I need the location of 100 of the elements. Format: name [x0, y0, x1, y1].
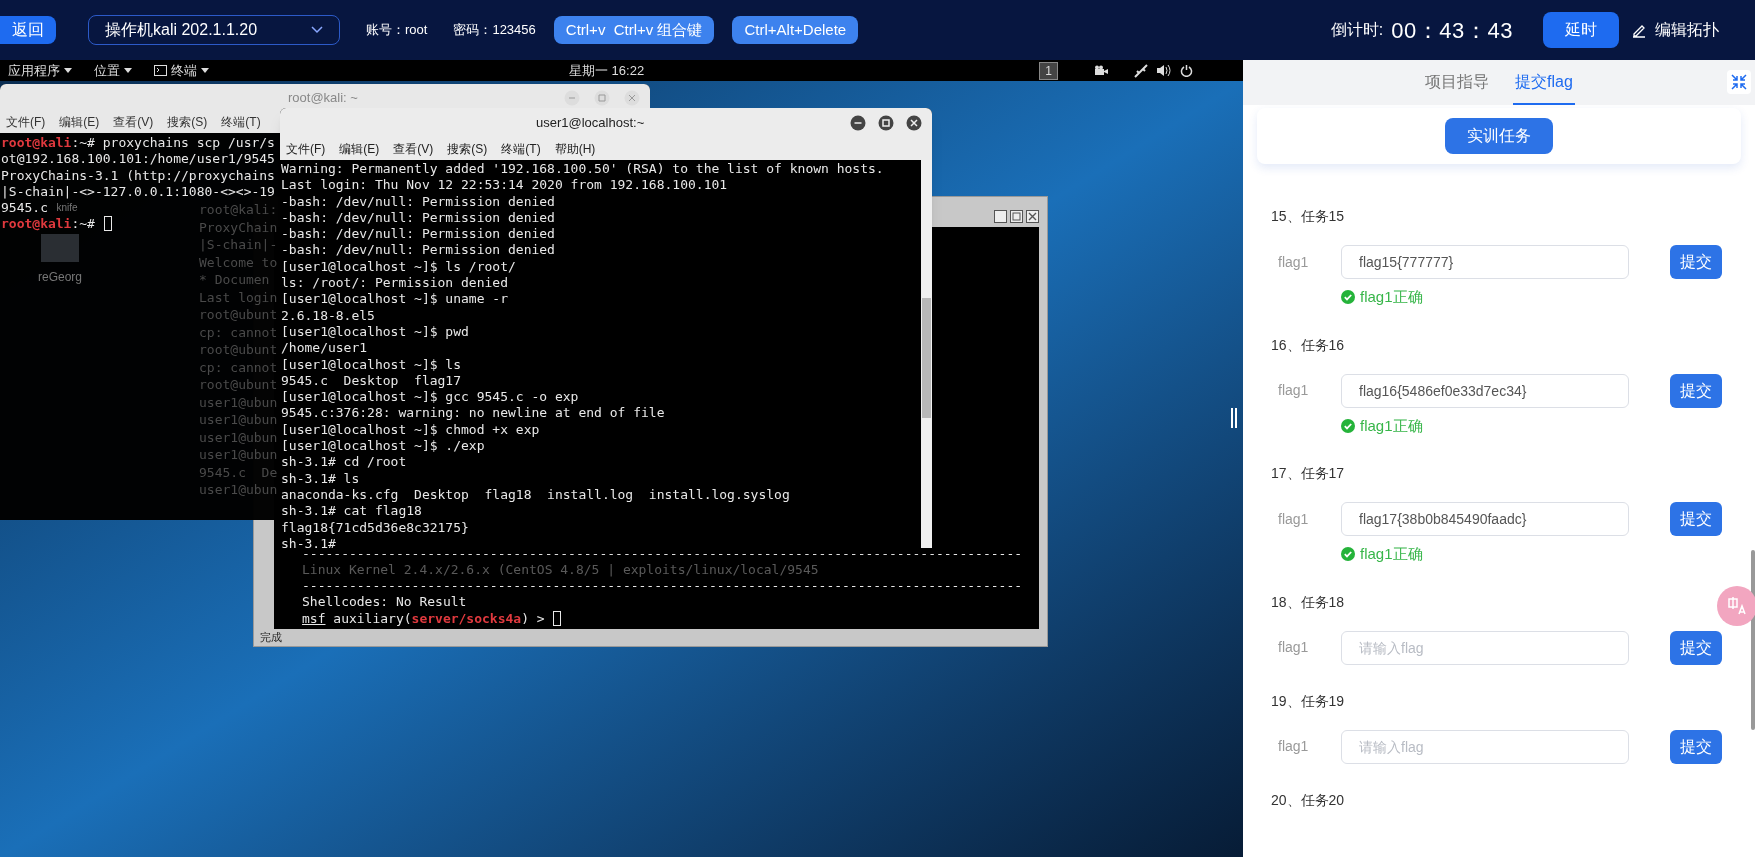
faded-terminal-line: |S-chain|- [199, 236, 279, 254]
task-title: 20、任务20 [1271, 790, 1346, 810]
submit-button[interactable]: 提交 [1670, 502, 1722, 536]
back-button[interactable]: 返回 [0, 16, 56, 44]
machine-select[interactable]: 操作机kali 202.1.1.20 [88, 15, 340, 45]
terminal-line: [user1@localhost ~]$ pwd [281, 323, 469, 341]
desktop-icon-label[interactable]: knife [56, 202, 78, 214]
camera-icon [1093, 65, 1108, 76]
clock-text: 星期一 16:22 [569, 61, 645, 80]
terminal-line: Linux Kernel 2.4.x/2.6.x (CentOS 4.8/5 | exploits/linux/local/9545 [302, 561, 819, 579]
caret-icon [64, 68, 72, 73]
panel-tab[interactable]: 提交flag [1513, 60, 1575, 105]
window-control-icon[interactable] [1010, 209, 1023, 223]
terminal-line: anaconda-ks.cfg Desktop flag18 install.log install.log.syslog [281, 486, 790, 504]
terminal-line: 9545.c [1, 200, 48, 217]
panel-menu[interactable]: 终端 [154, 60, 209, 81]
countdown-label: 倒计时: [1330, 20, 1384, 40]
splitter-handle-icon[interactable] [1230, 408, 1238, 428]
workspace-indicator[interactable]: 1 [1039, 61, 1058, 80]
result-message: flag1正确 [1360, 415, 1423, 436]
terminal-line: sh-3.1# ls [281, 470, 360, 487]
menu-item[interactable]: 搜索(S) [447, 140, 488, 158]
submit-button[interactable]: 提交 [1670, 630, 1722, 665]
menu-item[interactable]: 帮助(H) [554, 140, 596, 158]
account-text: 账号：root [366, 21, 428, 40]
edit-topology-button[interactable]: 编辑拓扑 [1631, 18, 1719, 42]
cursor-icon [553, 610, 562, 626]
window-control-icon[interactable] [994, 209, 1007, 223]
field-label: flag1 [1277, 737, 1310, 756]
menu-item[interactable]: 终端(T) [221, 113, 261, 131]
terminal-line: msf auxiliary(server/socks4a) > [302, 610, 546, 627]
cursor-icon [103, 216, 112, 232]
flag-input-field[interactable]: flag17{38b0b845490faadc} [1341, 502, 1629, 536]
faded-terminal-line: ProxyChain [199, 218, 279, 236]
password-text: 密码：123456 [453, 21, 536, 40]
submit-button[interactable]: 提交 [1670, 729, 1722, 764]
menu-item[interactable]: 查看(V) [393, 140, 434, 158]
faded-terminal-line: Welcome to [199, 253, 279, 271]
caret-icon [124, 68, 132, 73]
key-combo-button[interactable]: Ctrl+Alt+Delete [732, 16, 859, 44]
menu-item[interactable]: 文件(F) [286, 140, 326, 158]
faded-terminal-line: 9545.c De [199, 463, 279, 481]
terminal-line: -bash: /dev/null: Permission denied [281, 193, 555, 210]
terminal-line: ProxyChains-3.1 (http://proxychains [1, 167, 275, 184]
submit-button[interactable]: 提交 [1670, 373, 1722, 408]
menu-item[interactable]: 编辑(E) [59, 113, 100, 131]
panel-menu[interactable]: 应用程序 [8, 60, 72, 81]
flag-input-field[interactable]: flag15{777777} [1341, 245, 1629, 279]
flag-input-field[interactable]: 请输入flag [1341, 729, 1629, 764]
terminal-line: 2.6.18-8.el5 [281, 307, 375, 324]
check-circle-icon [1341, 547, 1355, 562]
task-title: 16、任务16 [1271, 335, 1346, 355]
collapse-icon[interactable] [1727, 70, 1751, 94]
terminal-line: Shellcodes: No Result [302, 594, 467, 611]
network-icon [1133, 63, 1148, 78]
menu-item[interactable]: 文件(F) [6, 113, 46, 131]
flag-input-field[interactable]: 请输入flag [1341, 630, 1629, 665]
faded-terminal-line: cp: cannot [199, 358, 279, 376]
field-label: flag1 [1277, 381, 1310, 400]
window-title: root@kali: ~ [288, 88, 358, 107]
terminal-line: [user1@localhost ~]$ ls [281, 356, 461, 373]
flag-input-field[interactable]: flag16{5486ef0e33d7ec34} [1341, 373, 1629, 408]
terminal-line: 9545.c Desktop flag17 [281, 372, 461, 390]
result-message: flag1正确 [1360, 544, 1423, 564]
faded-terminal-line: cp: cannot [199, 323, 279, 341]
terminal-line: 9545.c:376:28: warning: no newline at end of file [281, 405, 665, 422]
submit-button[interactable]: 提交 [1670, 245, 1722, 279]
task-title: 19、任务19 [1271, 691, 1346, 711]
window-title: user1@localhost:~ [536, 114, 645, 133]
translate-widget-icon[interactable] [1715, 586, 1755, 626]
task-title: 15、任务15 [1271, 207, 1346, 226]
terminal-line: [user1@localhost ~]$ uname -r [281, 291, 508, 308]
terminal-line: sh-3.1# cat flag18 [281, 503, 422, 520]
faded-terminal-line: root@ubunt [199, 376, 279, 394]
panel-tab[interactable]: 项目指导 [1423, 60, 1492, 105]
scrollbar[interactable] [921, 160, 932, 548]
desktop-icon-label[interactable]: reGeorg [38, 268, 82, 286]
window-control-icon[interactable] [1026, 209, 1039, 223]
window-control-icon[interactable] [878, 115, 894, 131]
delay-button[interactable]: 延时 [1543, 12, 1619, 48]
terminal-line: Last login: Thu Nov 12 22:53:14 2020 from 192.168.100.101 [281, 177, 728, 194]
key-combo-button[interactable]: Ctrl+v Ctrl+v 组合键 [553, 16, 715, 44]
menu-item[interactable]: 编辑(E) [339, 140, 380, 158]
menu-item[interactable]: 查看(V) [113, 113, 154, 131]
faded-terminal-line: user1@ubun [199, 393, 279, 411]
menu-item[interactable]: 搜索(S) [167, 113, 208, 131]
terminal-line: [user1@localhost ~]$ ./exp [281, 438, 485, 455]
panel-menu[interactable]: 位置 [94, 60, 132, 81]
window-control-icon[interactable] [850, 115, 866, 131]
training-task-button[interactable]: 实训任务 [1445, 118, 1553, 154]
terminal-line: -bash: /dev/null: Permission denied [281, 242, 555, 259]
terminal-icon [154, 65, 167, 76]
field-label: flag1 [1277, 638, 1310, 657]
caret-icon [201, 68, 209, 73]
countdown-timer: 00：43：43 [1391, 16, 1513, 45]
menu-item[interactable]: 终端(T) [501, 140, 541, 158]
terminal-line: |S-chain|-<>-127.0.0.1:1080-<><>-19 [1, 183, 275, 201]
terminal-line: [user1@localhost ~]$ ls /root/ [281, 258, 516, 276]
terminal-line: flag18{71cd5d36e8c32175} [281, 519, 469, 536]
window-control-icon[interactable] [906, 115, 922, 131]
